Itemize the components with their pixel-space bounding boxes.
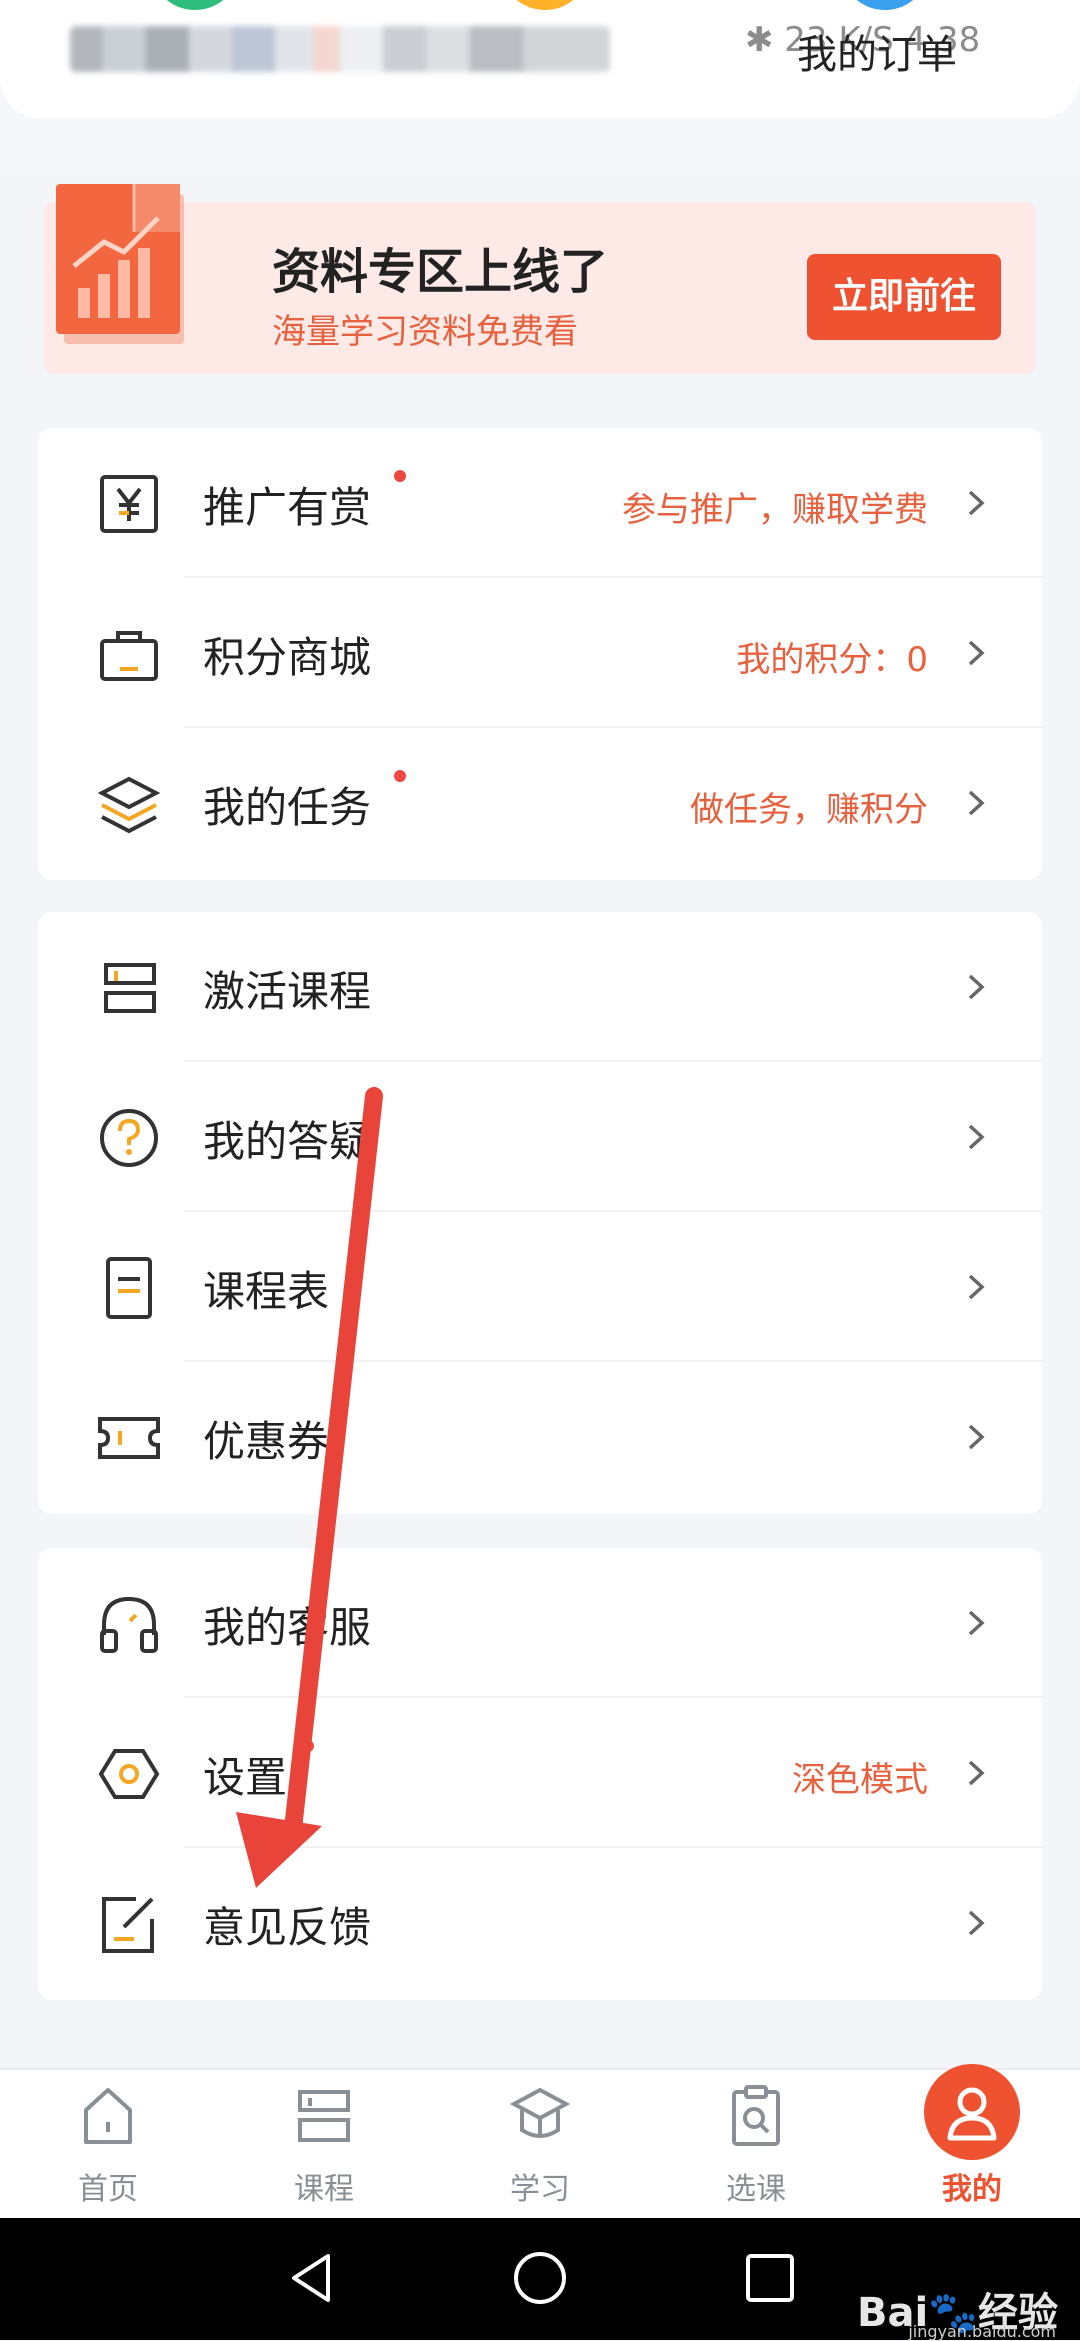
menu-item-label: 推广有赏	[203, 483, 372, 532]
profile-card: ✱ 23 K/S 4 38 我的订单	[0, 0, 1080, 118]
menu-item-label: 积分商城	[203, 633, 372, 682]
go-now-button[interactable]: 立即前往	[807, 254, 1001, 340]
chevron-right-icon	[968, 1910, 985, 1936]
menu-item-hint: 做任务，赚积分	[690, 790, 928, 830]
headset-icon	[100, 1596, 158, 1653]
tab-study[interactable]: 学习	[432, 2070, 648, 2220]
course-icon	[298, 2090, 350, 2142]
baidu-watermark-url: jingyan.baidu.com	[908, 2322, 1056, 2341]
menu-item-promote[interactable]: 推广有赏 参与推广，赚取学费	[38, 428, 1042, 578]
settings-hexagon-icon	[98, 1749, 160, 1799]
shortcut-icon-green[interactable]	[150, 0, 240, 10]
promo-banner[interactable]: 资料专区上线了 海量学习资料免费看 立即前往	[44, 184, 1036, 374]
blurred-user-info	[70, 26, 610, 72]
menu-item-feedback[interactable]: 意见反馈	[38, 1848, 1042, 1998]
header-strip: ✱ 23 K/S 4 38 我的订单	[0, 0, 1080, 175]
menu-section-courses: 激活课程 我的答疑 课程表 优惠券	[38, 912, 1042, 1514]
graduation-cap-icon	[510, 2087, 570, 2138]
menu-section-support: 我的客服 设置 深色模式 意见反馈	[38, 1548, 1042, 2000]
menu-item-settings[interactable]: 设置 深色模式	[38, 1698, 1042, 1848]
notification-dot	[302, 1740, 314, 1752]
banner-subtitle: 海量学习资料免费看	[272, 312, 578, 352]
tab-mine[interactable]: 我的	[864, 2064, 1080, 2220]
system-navigation-bar: Bai🐾经验 jingyan.baidu.com	[0, 2218, 1080, 2341]
menu-item-hint: 参与推广，赚取学费	[622, 490, 928, 530]
bottom-tab-bar: 首页 课程 学习 选课 我的	[0, 2064, 1080, 2220]
menu-item-label: 激活课程	[203, 967, 372, 1016]
tab-label: 我的	[942, 2172, 1002, 2207]
menu-item-my-tasks[interactable]: 我的任务 做任务，赚积分	[38, 728, 1042, 878]
menu-item-label: 意见反馈	[203, 1903, 372, 1952]
home-circle-icon[interactable]	[510, 2248, 570, 2308]
document-chart-icon	[56, 184, 184, 344]
menu-item-label: 我的答疑	[203, 1117, 372, 1166]
menu-item-label: 优惠券	[203, 1417, 330, 1466]
layers-icon	[97, 776, 161, 834]
tab-courses[interactable]: 课程	[216, 2070, 432, 2220]
my-orders-link[interactable]: 我的订单	[797, 22, 957, 80]
chevron-right-icon	[968, 790, 985, 816]
coupon-icon	[98, 1417, 160, 1459]
chevron-right-icon	[968, 1610, 985, 1636]
menu-item-label: 课程表	[203, 1267, 330, 1316]
notification-dot	[394, 470, 406, 482]
course-ticket-icon	[104, 963, 156, 1013]
tab-select-course[interactable]: 选课	[648, 2070, 864, 2220]
menu-item-label: 我的任务	[203, 783, 372, 832]
tab-label: 课程	[294, 2172, 354, 2207]
menu-item-hint: 我的积分：0	[736, 640, 928, 680]
tab-label: 选课	[726, 2172, 786, 2207]
chevron-right-icon	[968, 640, 985, 666]
active-tab-highlight	[924, 2064, 1020, 2160]
chevron-right-icon	[968, 1124, 985, 1150]
menu-item-points-mall[interactable]: 积分商城 我的积分：0	[38, 578, 1042, 728]
shortcut-icon-blue[interactable]	[840, 0, 930, 10]
yen-board-icon	[100, 475, 158, 533]
back-icon[interactable]	[282, 2248, 342, 2308]
menu-item-activate-course[interactable]: 激活课程	[38, 912, 1042, 1062]
user-icon	[947, 2087, 997, 2141]
menu-section-rewards: 推广有赏 参与推广，赚取学费 积分商城 我的积分：0 我的任务 做任务，赚积分	[38, 428, 1042, 880]
chevron-right-icon	[968, 1424, 985, 1450]
recents-square-icon[interactable]	[740, 2248, 800, 2308]
menu-item-label: 我的客服	[203, 1603, 372, 1652]
shopping-bag-icon	[100, 631, 158, 681]
notification-dot	[394, 770, 406, 782]
banner-title: 资料专区上线了	[272, 244, 609, 300]
tab-label: 学习	[510, 2172, 570, 2207]
tab-label: 首页	[78, 2172, 138, 2207]
clipboard-search-icon	[732, 2085, 780, 2146]
menu-item-schedule[interactable]: 课程表	[38, 1212, 1042, 1362]
home-icon	[84, 2088, 132, 2144]
menu-item-customer-service[interactable]: 我的客服	[38, 1548, 1042, 1698]
question-circle-icon	[100, 1109, 158, 1167]
menu-item-my-qa[interactable]: 我的答疑	[38, 1062, 1042, 1212]
edit-note-icon	[102, 1897, 154, 1953]
chevron-right-icon	[968, 1760, 985, 1786]
menu-item-hint: 深色模式	[792, 1760, 928, 1800]
chevron-right-icon	[968, 974, 985, 1000]
menu-item-label: 设置	[203, 1753, 288, 1802]
tab-home[interactable]: 首页	[0, 2070, 216, 2220]
shortcut-icon-orange[interactable]	[500, 0, 590, 10]
chevron-right-icon	[968, 490, 985, 516]
chevron-right-icon	[968, 1274, 985, 1300]
menu-item-coupons[interactable]: 优惠券	[38, 1362, 1042, 1512]
document-list-icon	[106, 1257, 152, 1319]
